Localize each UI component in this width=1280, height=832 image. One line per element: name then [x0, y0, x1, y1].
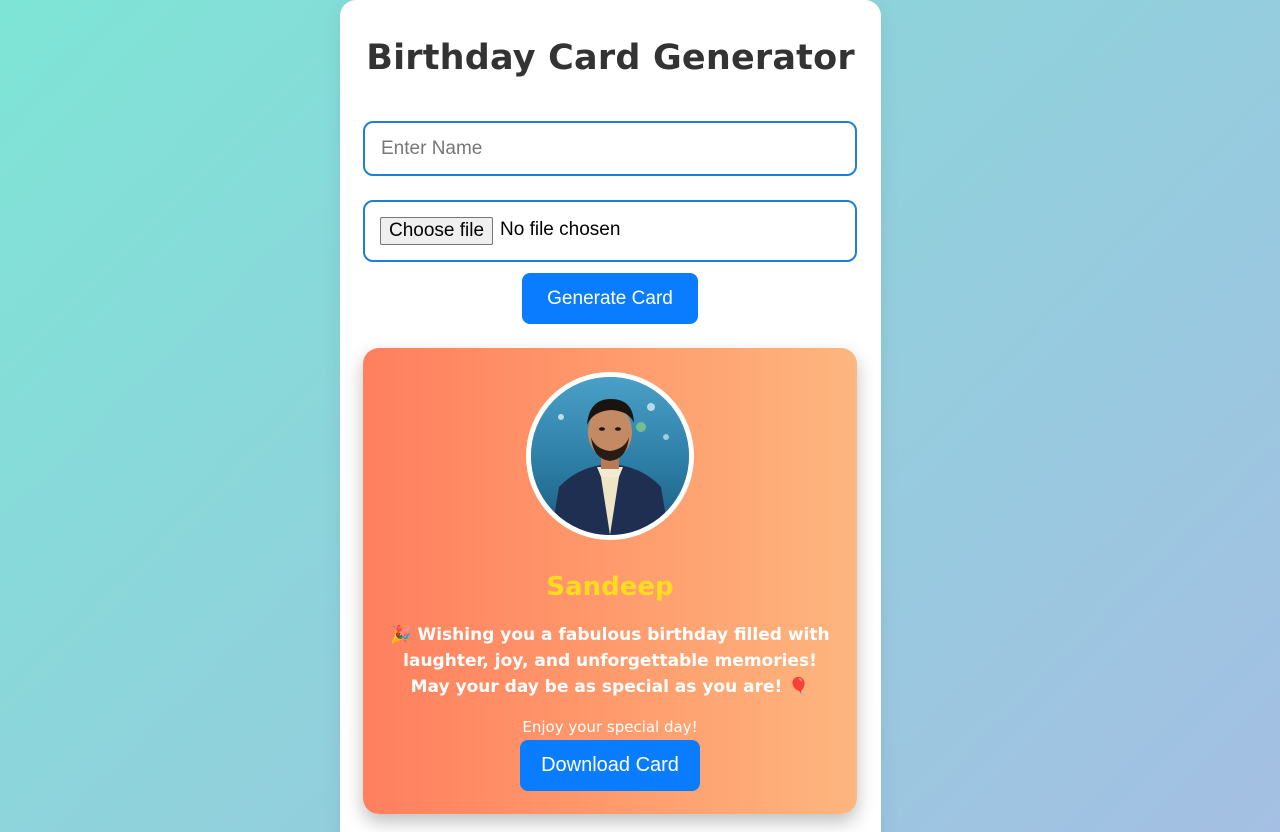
card-footer-text: Enjoy your special day! [522, 718, 698, 736]
generate-card-button[interactable]: Generate Card [522, 273, 698, 324]
avatar [526, 372, 694, 540]
file-upload-field[interactable]: Choose file No file chosen [363, 200, 857, 262]
generator-panel: Birthday Card Generator Choose file No f… [340, 0, 881, 832]
card-recipient-name: Sandeep [546, 572, 674, 602]
file-status-text: No file chosen [500, 219, 621, 240]
choose-file-button[interactable]: Choose file [380, 217, 494, 245]
person-photo-icon [531, 377, 689, 535]
download-card-button[interactable]: Download Card [520, 740, 700, 791]
name-input[interactable] [363, 121, 857, 176]
birthday-card: Sandeep 🎉 Wishing you a fabulous birthda… [363, 348, 857, 814]
page-title: Birthday Card Generator [366, 38, 855, 78]
card-message: 🎉 Wishing you a fabulous birthday filled… [390, 625, 830, 697]
